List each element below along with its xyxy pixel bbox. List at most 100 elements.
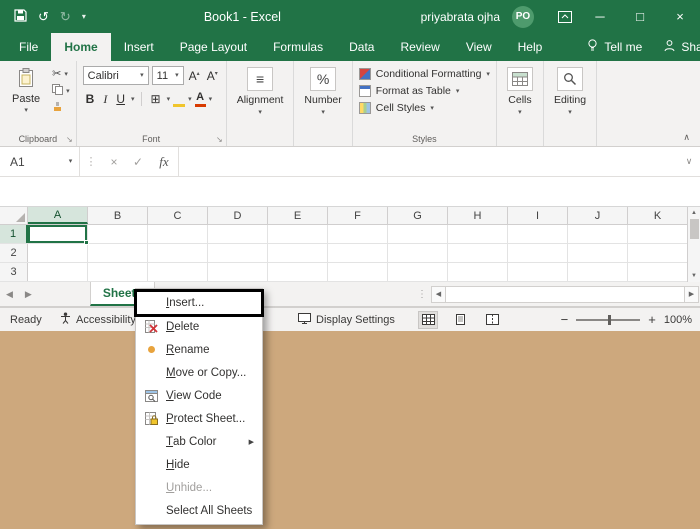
tab-help[interactable]: Help (505, 33, 556, 61)
vertical-scroll-thumb[interactable] (690, 219, 699, 239)
vertical-scrollbar[interactable]: ▲ ▼ (687, 207, 700, 282)
grid-cell[interactable] (628, 225, 688, 243)
minimize-button[interactable]: ─ (580, 0, 620, 33)
grid-cell[interactable] (88, 244, 148, 262)
bold-button[interactable]: B (83, 93, 98, 105)
grid-cell[interactable] (568, 225, 628, 243)
tab-view[interactable]: View (453, 33, 505, 61)
tab-file[interactable]: File (6, 33, 51, 61)
menu-item-tab-color[interactable]: Tab Color ▶ (136, 430, 262, 453)
cancel-icon[interactable]: × (102, 147, 126, 176)
font-family-select[interactable]: Calibri ▾ (83, 66, 149, 85)
menu-item-insert[interactable]: Insert... (136, 291, 262, 315)
page-break-preview-button[interactable] (482, 311, 502, 329)
font-size-select[interactable]: 11 ▾ (152, 66, 184, 85)
column-header-K[interactable]: K (628, 207, 688, 224)
editing-group[interactable]: Editing ▾ (544, 61, 597, 146)
format-painter-button[interactable] (52, 102, 63, 116)
menu-item-protect-sheet[interactable]: Protect Sheet... (136, 407, 262, 430)
grid-cell[interactable] (148, 263, 208, 281)
conditional-formatting-button[interactable]: Conditional Formatting ▾ (359, 68, 490, 80)
zoom-in-icon[interactable]: + (648, 312, 656, 327)
undo-icon[interactable]: ↺ (38, 10, 49, 23)
insert-function-icon[interactable]: fx (150, 147, 178, 176)
expand-formula-bar-icon[interactable]: ∨ (678, 147, 700, 176)
tab-formulas[interactable]: Formulas (260, 33, 336, 61)
grid-cell[interactable] (508, 263, 568, 281)
underline-caret-icon[interactable]: ▾ (131, 96, 135, 103)
fill-handle[interactable] (84, 240, 89, 245)
column-header-J[interactable]: J (568, 207, 628, 224)
ribbon-display-options-icon[interactable] (550, 0, 580, 33)
grid-cell[interactable] (88, 263, 148, 281)
cell-A1[interactable] (28, 225, 88, 243)
column-header-I[interactable]: I (508, 207, 568, 224)
grid-cell[interactable] (28, 263, 88, 281)
font-color-caret-icon[interactable]: ▾ (209, 96, 213, 103)
grid-cell[interactable] (628, 244, 688, 262)
hscroll-track[interactable] (446, 286, 684, 303)
share-button[interactable]: Share (650, 33, 700, 61)
format-as-table-button[interactable]: Format as Table ▾ (359, 85, 490, 97)
scrollbar-splitter-icon[interactable]: ⋮ (413, 289, 431, 300)
menu-item-hide[interactable]: Hide (136, 453, 262, 476)
select-all-corner[interactable] (0, 207, 28, 224)
tab-data[interactable]: Data (336, 33, 387, 61)
column-header-G[interactable]: G (388, 207, 448, 224)
collapse-ribbon-icon[interactable]: ∧ (683, 132, 690, 143)
display-settings-button[interactable]: Display Settings (298, 308, 395, 331)
close-button[interactable]: × (660, 0, 700, 33)
normal-view-button[interactable] (418, 311, 438, 329)
accessibility-checker[interactable]: Accessibility (60, 308, 136, 331)
borders-caret-icon[interactable]: ▾ (167, 96, 171, 103)
tab-review[interactable]: Review (387, 33, 452, 61)
grid-cell[interactable] (388, 225, 448, 243)
column-header-H[interactable]: H (448, 207, 508, 224)
grid-cell[interactable] (208, 225, 268, 243)
italic-button[interactable]: I (100, 93, 110, 105)
column-header-C[interactable]: C (148, 207, 208, 224)
grid-cell[interactable] (268, 263, 328, 281)
zoom-out-icon[interactable]: − (561, 312, 569, 327)
save-icon[interactable] (14, 9, 27, 25)
grid-cell[interactable] (208, 263, 268, 281)
font-color-button[interactable]: A (195, 92, 206, 107)
hscroll-left-icon[interactable]: ◀ (431, 286, 446, 303)
sheet-nav-left-icon[interactable]: ◀ (0, 289, 19, 300)
avatar[interactable]: PO (512, 6, 534, 28)
fill-color-caret-icon[interactable]: ▾ (188, 96, 192, 103)
page-layout-view-button[interactable] (450, 311, 470, 329)
scroll-down-icon[interactable]: ▼ (688, 270, 700, 282)
grid-cell[interactable] (628, 263, 688, 281)
grid-cell[interactable] (508, 225, 568, 243)
grid-cell[interactable] (328, 225, 388, 243)
grid-cell[interactable] (388, 263, 448, 281)
cell-styles-button[interactable]: Cell Styles ▾ (359, 102, 490, 114)
grid-cell[interactable] (448, 244, 508, 262)
grid-cell[interactable] (268, 225, 328, 243)
tab-insert[interactable]: Insert (111, 33, 167, 61)
formula-input[interactable] (178, 147, 678, 176)
grow-font-button[interactable]: A▴ (187, 70, 202, 82)
sheet-nav-right-icon[interactable]: ▶ (19, 289, 38, 300)
grid-cell[interactable] (568, 263, 628, 281)
zoom-slider[interactable] (576, 319, 640, 321)
grid-cell[interactable] (448, 225, 508, 243)
grid-cell[interactable] (388, 244, 448, 262)
row-header-2[interactable]: 2 (0, 244, 28, 262)
horizontal-scrollbar[interactable]: ⋮ ◀ ▶ (413, 286, 699, 303)
tell-me-box[interactable]: Tell me (579, 33, 650, 61)
grid-cell[interactable] (148, 244, 208, 262)
grid-cell[interactable] (448, 263, 508, 281)
underline-button[interactable]: U (113, 93, 128, 105)
column-header-A[interactable]: A (28, 207, 88, 224)
grid-cell[interactable] (208, 244, 268, 262)
copy-button[interactable]: ▾ (52, 84, 70, 98)
menu-item-select-all-sheets[interactable]: Select All Sheets (136, 499, 262, 522)
borders-button[interactable]: ⊞ (148, 93, 164, 105)
column-header-D[interactable]: D (208, 207, 268, 224)
row-header-1[interactable]: 1 (0, 225, 28, 243)
zoom-level[interactable]: 100% (664, 314, 692, 326)
grid-cell[interactable] (148, 225, 208, 243)
grid-cell[interactable] (508, 244, 568, 262)
